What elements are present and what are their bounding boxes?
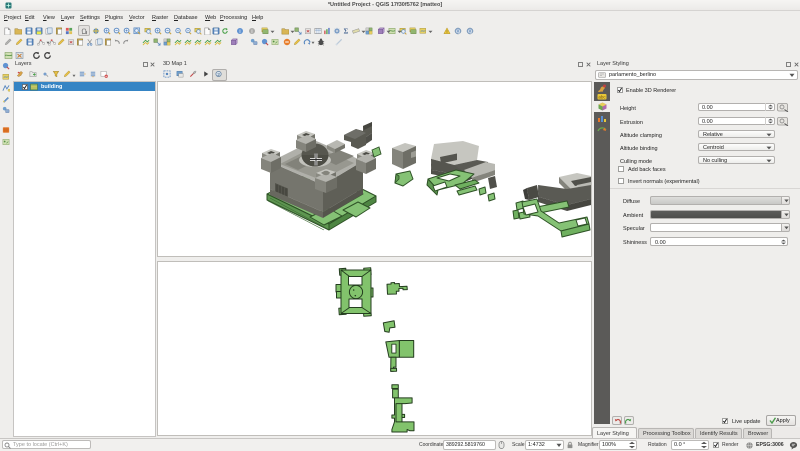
svg-text:Σ: Σ [344, 27, 349, 34]
svg-text:Q: Q [468, 29, 472, 35]
svg-text:i: i [251, 28, 252, 34]
svg-text:i: i [239, 28, 240, 34]
svg-text:Q: Q [456, 29, 460, 35]
svg-text:abc: abc [598, 95, 606, 100]
svg-text:!: ! [446, 29, 447, 34]
svg-text:2: 2 [217, 72, 220, 78]
